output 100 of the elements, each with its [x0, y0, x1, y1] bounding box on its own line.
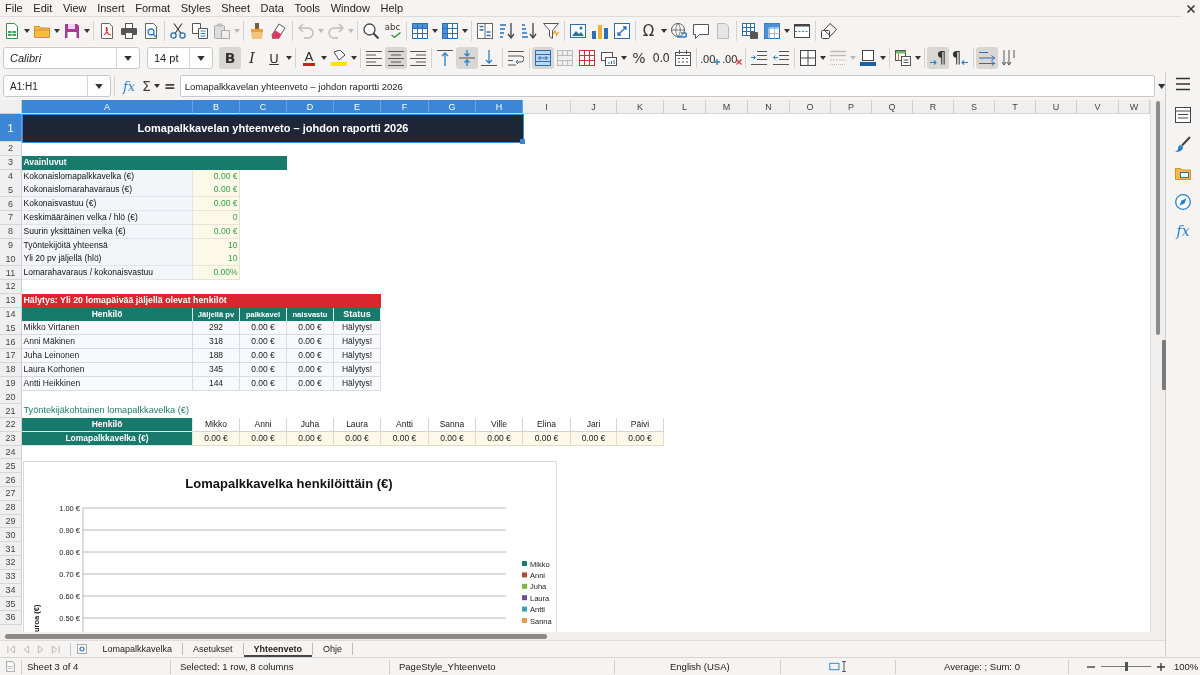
unmerge-cells-icon[interactable]: [579, 50, 595, 66]
row-header[interactable]: 5: [0, 183, 22, 198]
compass-icon[interactable]: [1175, 194, 1191, 210]
number-format-button[interactable]: 0.0: [650, 47, 672, 69]
printer-icon[interactable]: [120, 22, 137, 39]
table-printer-icon[interactable]: [741, 22, 758, 39]
folder-image-icon[interactable]: [1175, 165, 1191, 181]
calendar-icon[interactable]: [675, 50, 691, 66]
underline-button[interactable]: U: [263, 47, 285, 69]
menu-item[interactable]: Data: [255, 0, 290, 16]
caret-icon[interactable]: [660, 28, 667, 33]
row-header[interactable]: 26: [0, 473, 22, 487]
close-icon[interactable]: [1187, 4, 1195, 13]
globe-link-icon[interactable]: [670, 22, 687, 39]
row-header[interactable]: 15: [0, 321, 22, 336]
borders-icon[interactable]: [800, 50, 816, 66]
row-header[interactable]: 2: [0, 142, 22, 156]
highlighter-icon[interactable]: [331, 50, 347, 66]
add-decimal-button[interactable]: .00: [699, 47, 721, 69]
merge-cells-icon[interactable]: [557, 50, 573, 66]
caret-icon[interactable]: [53, 28, 60, 33]
function-wizard-button[interactable]: fx: [119, 78, 139, 94]
caret-icon[interactable]: [197, 55, 205, 61]
sheet-tab[interactable]: Ohje: [313, 641, 353, 657]
zoom-in-icon[interactable]: [1157, 662, 1165, 671]
caret-icon[interactable]: [351, 56, 357, 60]
bold-button[interactable]: B: [219, 47, 241, 69]
wrap-text-icon[interactable]: [508, 50, 524, 66]
sheet-tab[interactable]: Yhteenveto: [243, 641, 313, 657]
name-box-field[interactable]: A1:H1: [3, 75, 111, 97]
column-header[interactable]: S: [954, 100, 995, 114]
column-header[interactable]: P: [831, 100, 872, 114]
italic-button[interactable]: I: [241, 47, 263, 69]
caret-icon[interactable]: [95, 83, 103, 89]
column-header[interactable]: I: [523, 100, 571, 114]
sheet-tab[interactable]: Lomapalkkavelka: [92, 641, 183, 657]
two-column-list-icon[interactable]: [476, 22, 493, 39]
rtl-paragraph-button[interactable]: ¶: [949, 47, 971, 69]
table-rows-icon[interactable]: [411, 22, 428, 39]
pdf-document-icon[interactable]: [98, 22, 115, 39]
speech-bubble-icon[interactable]: [692, 22, 709, 39]
scissors-icon[interactable]: [169, 22, 186, 39]
fill-handle[interactable]: [520, 139, 525, 144]
menu-item[interactable]: Tools: [289, 0, 326, 16]
percent-button[interactable]: %: [628, 47, 650, 69]
column-header[interactable]: G: [429, 100, 476, 114]
column-header[interactable]: L: [664, 100, 706, 114]
align-top-button[interactable]: [434, 47, 456, 69]
menu-item[interactable]: Format: [129, 0, 176, 16]
menu-item[interactable]: View: [57, 0, 92, 16]
column-header[interactable]: D: [287, 100, 334, 114]
formula-input-field[interactable]: Lomapalkkavelan yhteenveto – johdon raportti 2026: [179, 75, 1155, 97]
caret-icon[interactable]: [153, 84, 160, 88]
increase-indent-icon[interactable]: [751, 50, 767, 66]
eraser-icon[interactable]: [270, 22, 287, 39]
align-center-button[interactable]: [385, 47, 407, 69]
column-header[interactable]: Q: [872, 100, 913, 114]
add-sheet-icon[interactable]: [76, 644, 87, 654]
horizontal-scrollbar[interactable]: [0, 632, 1165, 640]
column-header[interactable]: K: [617, 100, 664, 114]
menu-item[interactable]: Help: [375, 0, 409, 16]
menu-item[interactable]: Insert: [91, 0, 130, 16]
sort-descending-icon[interactable]: [520, 22, 537, 39]
column-header[interactable]: O: [790, 100, 831, 114]
column-header[interactable]: F: [381, 100, 429, 114]
diagonal-arrows-icon[interactable]: [613, 22, 630, 39]
caret-icon[interactable]: [83, 28, 90, 33]
font-color-button[interactable]: A: [298, 47, 320, 69]
column-header[interactable]: U: [1036, 100, 1077, 114]
caret-icon[interactable]: [431, 28, 438, 33]
row-header[interactable]: 21: [0, 404, 22, 418]
caret-icon[interactable]: [820, 56, 826, 60]
caret-icon[interactable]: [915, 56, 921, 60]
paintbrush-icon[interactable]: [248, 22, 265, 39]
special-character-button[interactable]: Ω: [637, 19, 660, 42]
caret-icon[interactable]: [461, 28, 468, 33]
row-header[interactable]: 16: [0, 335, 22, 350]
text-direction-button[interactable]: [976, 47, 998, 69]
row-header[interactable]: 10: [0, 252, 22, 267]
bar-chart-icon[interactable]: [591, 22, 608, 39]
page-style-label[interactable]: PageStyle_Yhteenveto: [399, 661, 496, 672]
row-header[interactable]: 1: [0, 114, 22, 142]
zoom-level[interactable]: 100%: [1174, 661, 1199, 672]
caret-icon[interactable]: [321, 56, 327, 60]
table-columns-icon[interactable]: [441, 22, 458, 39]
sidebar-grip[interactable]: [1162, 340, 1166, 390]
scrollbar-thumb[interactable]: [5, 633, 547, 639]
row-header[interactable]: 25: [0, 459, 22, 474]
brush-icon[interactable]: [1175, 136, 1191, 152]
row-header[interactable]: 11: [0, 266, 22, 281]
selection-mode-icon[interactable]: [828, 661, 848, 672]
border-color-icon[interactable]: [860, 50, 876, 66]
column-header[interactable]: C: [240, 100, 287, 114]
row-header[interactable]: 20: [0, 390, 22, 405]
column-header[interactable]: R: [913, 100, 954, 114]
column-header[interactable]: W: [1119, 100, 1150, 114]
print-preview-icon[interactable]: [142, 22, 159, 39]
menu-item[interactable]: Window: [325, 0, 376, 16]
row-header[interactable]: 6: [0, 197, 22, 212]
column-header[interactable]: E: [334, 100, 381, 114]
